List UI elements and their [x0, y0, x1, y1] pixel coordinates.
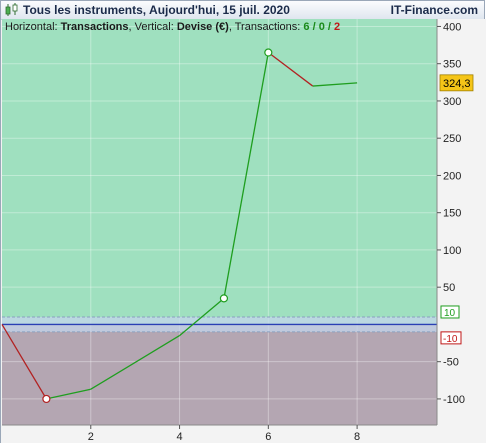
transactions-label: Transactions: — [234, 21, 301, 33]
horizontal-value: Transactions — [60, 21, 129, 33]
data-point-marker — [219, 294, 229, 303]
separator-1: / — [309, 21, 319, 33]
data-point-marker — [42, 394, 51, 404]
y-tick-label: -50 — [443, 357, 459, 369]
loss-zone — [2, 324, 437, 425]
lower-bound-label: -10 — [443, 334, 458, 345]
y-tick-label: 300 — [443, 96, 461, 108]
vertical-label: Vertical: — [134, 21, 174, 33]
y-tick-label: 200 — [443, 170, 461, 182]
last-value-label: 324,3 — [443, 78, 471, 90]
y-tick-label: 50 — [443, 282, 455, 294]
data-point-marker — [264, 48, 273, 57]
horizontal-label: Horizontal: — [5, 21, 58, 33]
y-tick-label: 350 — [443, 59, 461, 71]
y-tick-label: 150 — [443, 208, 461, 220]
y-tick-label: 250 — [443, 133, 461, 145]
x-tick-label: 6 — [265, 431, 271, 443]
y-tick-label: 100 — [443, 245, 461, 257]
vertical-value: Devise (€) — [176, 21, 229, 33]
separator-2: / — [324, 21, 335, 33]
upper-bound-label: 10 — [444, 308, 456, 319]
profit-zone — [2, 19, 437, 325]
x-tick-label: 8 — [354, 431, 360, 443]
x-tick-label: 4 — [176, 431, 182, 443]
y-tick-label: 400 — [443, 21, 461, 33]
chart-legend: Horizontal: Transactions, Vertical: Devi… — [5, 21, 341, 33]
x-axis-background — [1, 425, 486, 443]
losses-count: 2 — [334, 21, 341, 33]
equity-chart: -100 -50 50 100 150 200 250 300 350 400 2 4 6 8 10 -1… — [1, 19, 486, 443]
x-tick-label: 2 — [88, 431, 94, 443]
y-tick-label: -100 — [443, 394, 465, 406]
